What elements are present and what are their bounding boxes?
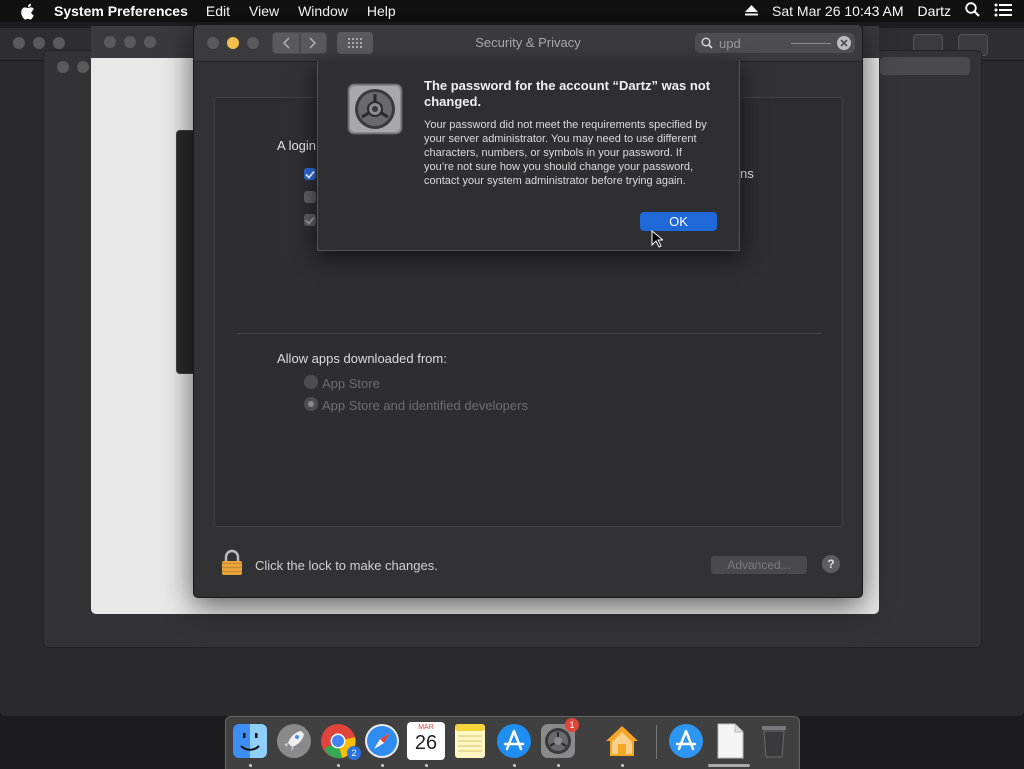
- section-divider: [237, 333, 822, 334]
- app-menu[interactable]: System Preferences: [54, 3, 188, 19]
- safari-compass-icon: [365, 724, 399, 758]
- dock-applications[interactable]: [667, 722, 705, 760]
- zoom-icon[interactable]: [144, 36, 156, 48]
- edit-menu[interactable]: Edit: [206, 3, 230, 19]
- spotlight-search-icon[interactable]: [965, 2, 980, 20]
- window-menu[interactable]: Window: [298, 3, 348, 19]
- help-menu[interactable]: Help: [367, 3, 396, 19]
- view-menu[interactable]: View: [249, 3, 279, 19]
- rocket-icon: [277, 724, 311, 758]
- apple-menu-icon[interactable]: [20, 3, 36, 20]
- notes-icon: [455, 724, 485, 758]
- calendar-day: 26: [414, 732, 438, 754]
- checkmark-icon: [305, 170, 315, 179]
- clear-search-icon[interactable]: [837, 36, 851, 50]
- search-progress-line: [791, 43, 831, 44]
- dock-separator: [656, 725, 657, 759]
- document-icon: [717, 723, 744, 759]
- dock-app-store[interactable]: [495, 722, 533, 760]
- alert-sheet: The password for the account “Dartz” was…: [317, 61, 740, 251]
- help-button[interactable]: ?: [822, 555, 840, 573]
- close-icon[interactable]: [13, 37, 25, 49]
- option-label-fragment: ns: [740, 166, 754, 181]
- radio-app-store[interactable]: [304, 375, 318, 389]
- menubar-clock[interactable]: Sat Mar 26 10:43 AM: [772, 3, 904, 19]
- search-icon: [701, 37, 713, 49]
- finder-icon: [233, 724, 267, 758]
- dock-safari[interactable]: [363, 722, 401, 760]
- system-preferences-gear-icon: [347, 83, 403, 135]
- radio-app-store-label: App Store: [322, 376, 380, 391]
- trash-icon: [762, 726, 786, 758]
- dock: 2 MAR 26 1: [225, 716, 800, 769]
- safari-running-dot: [381, 764, 384, 767]
- dock-launchpad[interactable]: [275, 722, 313, 760]
- notification-center-icon[interactable]: [994, 3, 1012, 20]
- login-label: A login: [277, 138, 317, 153]
- allow-apps-label: Allow apps downloaded from:: [277, 351, 447, 366]
- app-store-icon: [497, 724, 531, 758]
- dock-finder[interactable]: [231, 722, 269, 760]
- search-field[interactable]: upd: [695, 33, 855, 53]
- home-icon: [606, 726, 638, 756]
- login-checkbox-1[interactable]: [304, 168, 316, 180]
- login-checkbox-3[interactable]: [304, 214, 316, 226]
- login-checkbox-2[interactable]: [304, 191, 316, 203]
- radio-selected-dot: [308, 401, 314, 407]
- chrome-badge: 2: [347, 746, 361, 760]
- lock-text: Click the lock to make changes.: [255, 558, 438, 573]
- background-search-field[interactable]: [880, 57, 970, 75]
- dock-calendar[interactable]: MAR 26: [407, 722, 445, 760]
- dock-trash[interactable]: [755, 722, 793, 760]
- lock-icon[interactable]: [221, 549, 243, 581]
- dock-home[interactable]: [603, 722, 641, 760]
- document-indicator: [708, 764, 750, 767]
- search-input[interactable]: upd: [719, 36, 741, 51]
- ok-button[interactable]: OK: [640, 212, 717, 231]
- dock-document[interactable]: [711, 722, 749, 760]
- menu-bar: System Preferences Edit View Window Help…: [0, 0, 1024, 22]
- minimize-icon[interactable]: [124, 36, 136, 48]
- close-icon[interactable]: [57, 61, 69, 73]
- advanced-button[interactable]: Advanced...: [711, 556, 807, 574]
- chrome-running-dot: [337, 764, 340, 767]
- dock-notes[interactable]: [451, 722, 489, 760]
- minimize-icon[interactable]: [77, 61, 89, 73]
- radio-identified-developers[interactable]: [304, 397, 318, 411]
- home-running-dot: [621, 764, 624, 767]
- calendar-month: MAR: [418, 724, 434, 731]
- applications-folder-icon: [669, 724, 703, 758]
- menubar-user[interactable]: Dartz: [918, 3, 951, 19]
- close-icon[interactable]: [104, 36, 116, 48]
- eject-icon[interactable]: [745, 3, 759, 19]
- alert-message: Your password did not meet the requireme…: [424, 119, 707, 187]
- app-store-running-dot: [513, 764, 516, 767]
- system-preferences-badge: 1: [565, 718, 579, 732]
- calendar-running-dot: [425, 764, 428, 767]
- radio-identified-developers-label: App Store and identified developers: [322, 398, 528, 413]
- finder-running-dot: [249, 764, 252, 767]
- system-preferences-running-dot: [557, 764, 560, 767]
- checkmark-icon: [305, 216, 315, 225]
- dock-google-chrome[interactable]: 2: [319, 722, 361, 760]
- dock-system-preferences[interactable]: 1: [539, 718, 579, 760]
- zoom-icon[interactable]: [53, 37, 65, 49]
- minimize-icon[interactable]: [33, 37, 45, 49]
- mouse-pointer-icon: [651, 229, 665, 253]
- alert-title: The password for the account “Dartz” was…: [424, 78, 711, 109]
